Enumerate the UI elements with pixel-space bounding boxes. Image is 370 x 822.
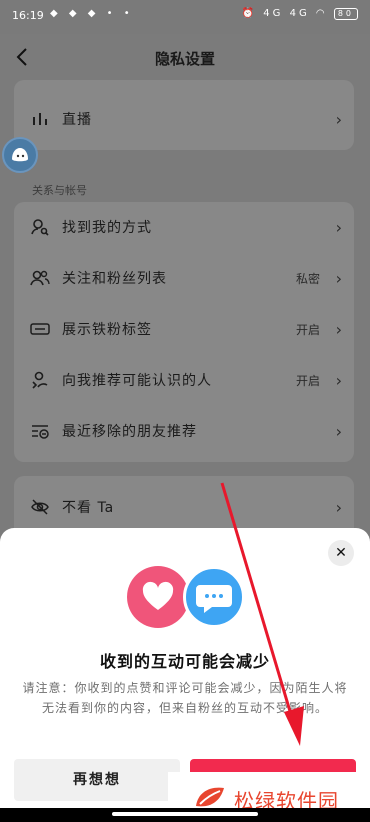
fan-badge-icon (30, 319, 50, 339)
chevron-right-icon: › (335, 371, 342, 390)
settings-row-label: 最近移除的朋友推荐 (62, 424, 197, 440)
recommend-user-icon (30, 370, 50, 390)
notification-app-icons: ◆ ◆ ◆ (50, 8, 100, 19)
status-indicators: ⏰ 4G 4G ◠ 80 (242, 8, 358, 20)
chevron-right-icon: › (335, 110, 342, 129)
cancel-button[interactable]: 再想想 (14, 759, 180, 801)
status-time: 16:19 (12, 9, 44, 22)
settings-row-label: 关注和粉丝列表 (62, 271, 167, 287)
chevron-right-icon: › (335, 498, 342, 517)
chevron-right-icon: › (335, 320, 342, 339)
settings-row-label: 展示铁粉标签 (62, 322, 152, 338)
nav-bar: 隐私设置 (0, 34, 370, 80)
search-user-icon (30, 217, 50, 237)
settings-row-removed-friends[interactable]: 最近移除的朋友推荐 › (14, 406, 354, 458)
signal-icon: 4G 4G (263, 8, 310, 19)
settings-card-top: 直播 › (14, 80, 354, 150)
chat-bubble-icon (183, 566, 245, 628)
bar-chart-icon (30, 109, 50, 129)
settings-row-label: 直播 (62, 112, 92, 128)
settings-row-live[interactable]: 直播 › (14, 94, 354, 146)
heart-icon (127, 566, 189, 628)
chevron-right-icon: › (335, 218, 342, 237)
settings-row-recommend[interactable]: 向我推荐可能认识的人 开启 › (14, 355, 354, 407)
settings-row-value: 开启 (295, 374, 320, 388)
users-icon (30, 268, 50, 288)
battery-icon: 80 (333, 8, 358, 20)
settings-row-value: 开启 (295, 323, 320, 337)
alarm-icon: ⏰ (241, 8, 258, 19)
settings-row-find-me[interactable]: 找到我的方式 › (14, 202, 354, 254)
settings-row-label: 找到我的方式 (62, 220, 152, 236)
home-bar[interactable] (112, 812, 258, 816)
chevron-right-icon: › (335, 422, 342, 441)
home-indicator (0, 808, 370, 822)
settings-row-label: 不看 Ta (62, 500, 115, 516)
wifi-icon: ◠ (315, 8, 328, 19)
assistant-face-icon (12, 148, 28, 162)
chevron-right-icon: › (335, 269, 342, 288)
dialog-body: 请注意：你收到的点赞和评论可能会减少，因为陌生人将无法看到你的内容，但来自粉丝的… (22, 681, 348, 715)
status-bar: 16:19 ◆ ◆ ◆ • • ⏰ 4G 4G ◠ 80 (0, 0, 370, 34)
section-label: 关系与帐号 (32, 184, 87, 197)
more-notifications-icon: • • (106, 8, 134, 19)
settings-row-fan-badge[interactable]: 展示铁粉标签 开启 › (14, 304, 354, 356)
settings-row-follow-list[interactable]: 关注和粉丝列表 私密 › (14, 253, 354, 305)
eye-off-icon (30, 497, 50, 517)
settings-card-relations: 找到我的方式 › 关注和粉丝列表 私密 › 展示铁粉标签 开启 › 向我推荐可能… (14, 202, 354, 462)
dialog-title: 收到的互动可能会减少 (99, 652, 270, 671)
settings-row-label: 向我推荐可能认识的人 (62, 373, 212, 389)
list-remove-icon (30, 421, 50, 441)
close-button[interactable]: ✕ (328, 540, 354, 566)
settings-row-hide-ta[interactable]: 不看 Ta › (14, 482, 354, 534)
floating-assistant-bubble[interactable] (2, 137, 38, 173)
settings-row-value: 私密 (295, 272, 320, 286)
notification-icons: ◆ ◆ ◆ • • (50, 8, 134, 19)
page-title: 隐私设置 (154, 50, 215, 68)
